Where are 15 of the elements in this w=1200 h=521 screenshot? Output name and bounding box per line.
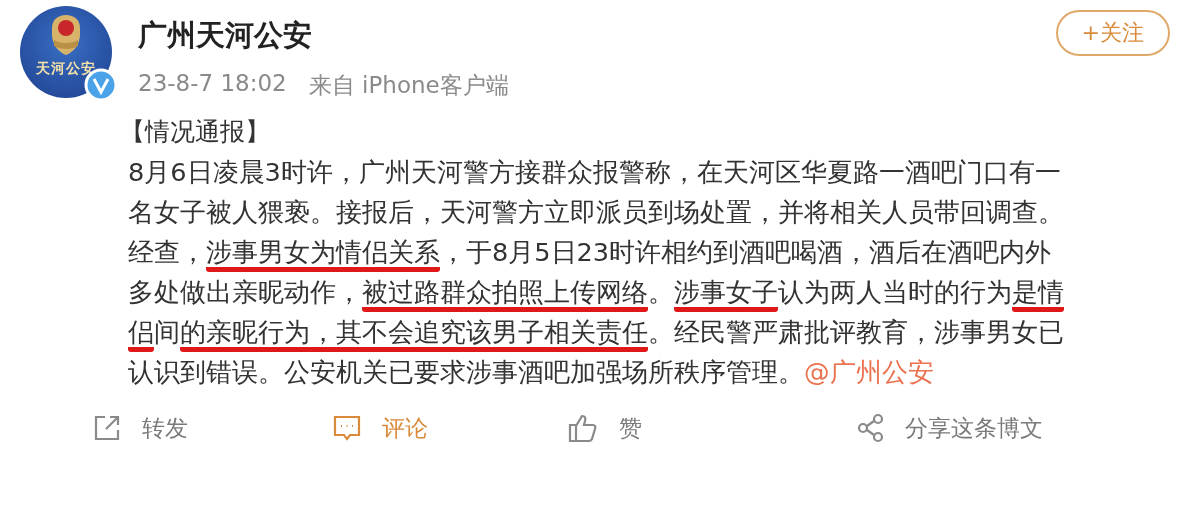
thumbs-up-icon <box>567 412 599 444</box>
repost-button[interactable]: 转发 <box>92 412 332 444</box>
share-arrow-icon <box>92 413 122 443</box>
mention-link[interactable]: @广州公安 <box>804 357 934 387</box>
post-source: 来自 iPhone客户端 <box>308 71 509 100</box>
post-text: 8月6日凌晨3时许，广州天河警方接群众报警称，在天河区华夏路一酒吧门口有一 名女子被人猥亵。接报后，天河警方立即派员到场处置，并将相关人员带回调查。 经查，涉事男女为情侣关系，于8月5日23时许相约到酒吧喝酒，酒后在酒吧内外 多处做出亲昵动作，被过路群众拍照上传网络。涉事女子认为两人当时的行为是情 侣间的亲昵行为，其不会追究该男子相关责任。经民警严肃批评教育，涉事男女已 认识到错误。公安机关已要求涉事酒吧加强场所秩序管理。@广州公安 <box>128 156 1065 389</box>
share-button[interactable]: 分享这条博文 <box>857 412 1043 444</box>
follow-button[interactable]: +关注 <box>1055 10 1170 56</box>
share-icon <box>857 413 885 443</box>
comment-icon <box>332 413 362 443</box>
comment-button[interactable]: 评论 <box>332 412 567 444</box>
like-button[interactable]: 赞 <box>567 412 857 444</box>
author-name[interactable]: 广州天河公安 <box>138 16 509 56</box>
post-title: 【情况通报】 <box>120 116 271 148</box>
post-time: 23-8-7 18:02 <box>138 70 287 98</box>
